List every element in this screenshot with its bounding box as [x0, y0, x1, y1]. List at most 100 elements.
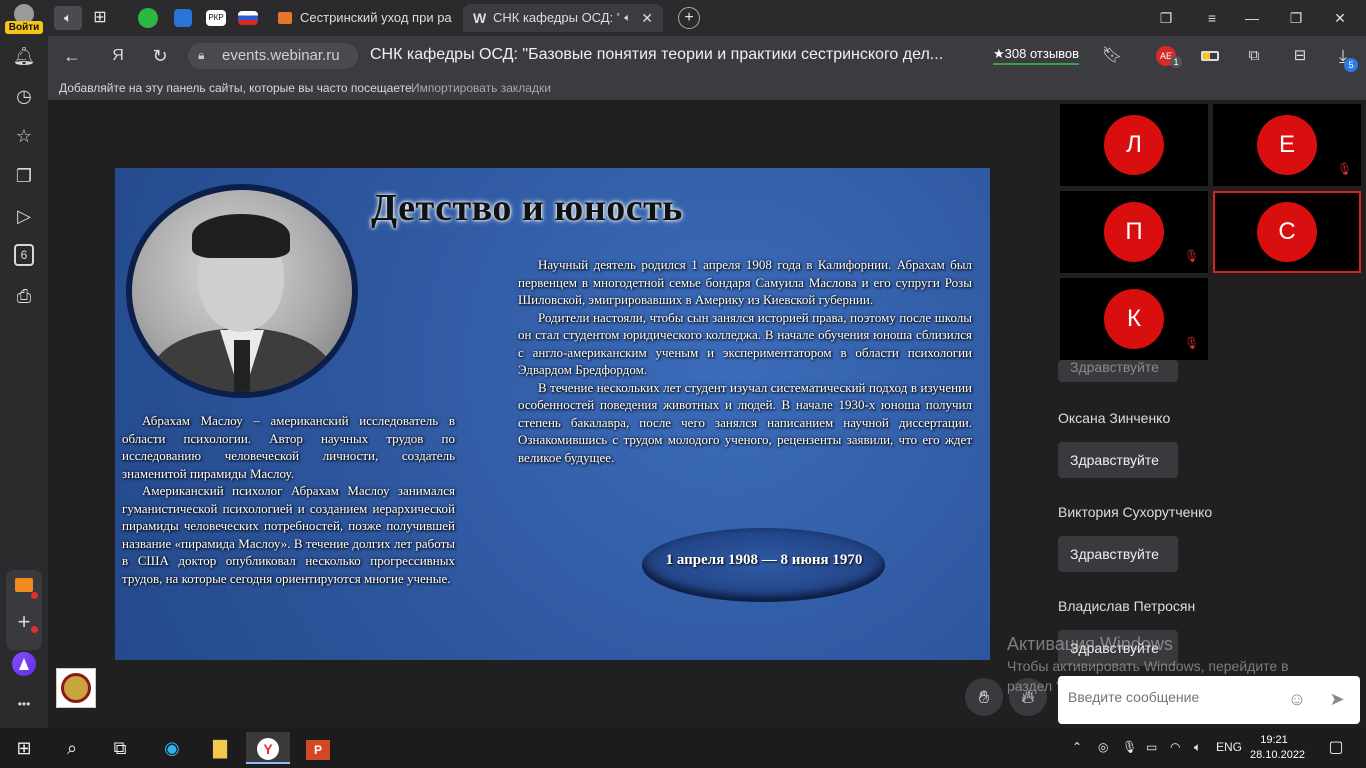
notifications-icon[interactable]: ▢ [1320, 732, 1352, 764]
slide-paragraph: Абрахам Маслоу – американский исследоват… [122, 413, 455, 481]
import-bookmarks-link[interactable]: Импортировать закладки [411, 81, 551, 95]
participant-avatar: С [1257, 202, 1317, 262]
restore-icon[interactable]: ❐ [1276, 0, 1316, 36]
new-folder-tab-icon[interactable]: ⊞ [86, 6, 114, 30]
tab-nursing[interactable]: Сестринский уход при ра [270, 4, 456, 32]
star-icon: ★ [993, 46, 1005, 61]
bookmarks-message: Добавляйте на эту панель сайты, которые … [59, 81, 415, 95]
powerpoint-icon[interactable]: P [302, 732, 334, 764]
panels-icon[interactable]: ⧉ [1242, 44, 1266, 68]
yandex-icon[interactable]: Я [106, 44, 130, 68]
emoji-icon[interactable]: ☺ [1286, 688, 1308, 710]
file-explorer-icon[interactable]: ▇ [204, 732, 236, 764]
alice-assistant-icon[interactable] [12, 652, 36, 676]
tab-bar: 🔈︎ ⊞ РКР Сестринский уход при ра W СНК к… [48, 0, 1366, 36]
audio-tab-icon[interactable]: 🔈︎ [54, 6, 82, 30]
tab-webinar[interactable]: W СНК кафедры ОСД: " 🔈︎ ✕ [463, 4, 663, 32]
language-indicator[interactable]: ENG [1216, 740, 1242, 754]
search-icon[interactable]: ⌕ [56, 732, 88, 764]
task-view-icon[interactable]: ⧉ [104, 732, 136, 764]
screenshot-icon[interactable]: ⎙ [12, 284, 36, 308]
browser-sidebar: Войти 🔔︎ ◷ ☆ ❐ ▷ 6 ⎙ + ••• [0, 0, 48, 728]
bell-icon[interactable]: 🔔︎ [12, 44, 36, 68]
chat-author: Владислав Петросян [1058, 598, 1196, 614]
history-icon[interactable]: ◷ [12, 84, 36, 108]
chat-author: Оксана Зинченко [1058, 410, 1171, 426]
address-bar: ← Я ↻ 🔒︎ events.webinar.ru СНК кафедры О… [48, 36, 1366, 76]
send-icon[interactable]: ➤ [1326, 688, 1348, 710]
lock-icon[interactable]: 🔒︎ [198, 48, 204, 63]
tab-groups-icon[interactable]: ❐ [1146, 0, 1186, 36]
slide-paragraph: Американский психолог Абрахам Маслоу зан… [122, 483, 455, 586]
login-button[interactable]: Войти [5, 4, 43, 34]
close-tab-icon[interactable]: ✕ [641, 4, 653, 32]
mail-icon[interactable] [15, 578, 33, 592]
battery-tray-icon[interactable]: ▭ [1146, 740, 1157, 754]
login-label: Войти [5, 21, 43, 34]
portrait-hair [192, 214, 290, 258]
seal-icon [61, 673, 91, 703]
windows-activation-title: Активация Windows [1007, 634, 1173, 654]
slide-paragraph: Родители настояли, чтобы сын занялся ист… [518, 309, 972, 378]
whatsapp-tab-icon[interactable] [138, 8, 158, 28]
back-icon[interactable]: ← [60, 44, 84, 68]
add-notification-dot [31, 626, 38, 633]
play-icon[interactable]: ▷ [12, 204, 36, 228]
reviews-link[interactable]: ★308 отзывов [993, 46, 1080, 65]
participant-tile[interactable]: Л [1060, 104, 1208, 186]
clock-time: 19:21 [1260, 734, 1288, 746]
tab-favicon-icon [278, 12, 292, 24]
more-icon[interactable]: ••• [12, 692, 36, 716]
webcam-icon[interactable]: ◎ [1098, 740, 1108, 754]
participant-avatar: Л [1104, 115, 1164, 175]
sidebar-apps: + [6, 570, 42, 650]
bookmark-icon[interactable]: 🔖︎ [1100, 44, 1124, 68]
participant-tile-speaking[interactable]: С [1213, 191, 1361, 273]
slide-paragraph: В течение нескольких лет студент изучал … [518, 379, 972, 465]
tab-label: СНК кафедры ОСД: " [493, 10, 622, 25]
page-title: СНК кафедры ОСД: "Базовые понятия теории… [370, 46, 944, 63]
raise-hand-button[interactable]: ✋︎ [965, 678, 1003, 716]
extension-badge: 1 [1170, 56, 1182, 68]
wifi-icon[interactable]: ◠ [1170, 740, 1180, 754]
participant-tile[interactable]: Е 🎙︎ [1213, 104, 1361, 186]
ru-flag-tab-icon[interactable] [238, 11, 258, 25]
profile-icon[interactable]: ⊟ [1288, 44, 1312, 68]
microphone-icon[interactable]: 🎙︎ [1122, 740, 1137, 754]
mic-off-icon: 🎙︎ [1184, 336, 1200, 350]
slide-left-text: Абрахам Маслоу – американский исследоват… [122, 412, 455, 587]
slide-paragraph: Научный деятель родился 1 апреля 1908 го… [518, 257, 972, 307]
participant-tile[interactable]: К 🎙︎ [1060, 278, 1208, 360]
tabs-count-icon[interactable]: 6 [14, 244, 34, 266]
minimize-icon[interactable]: — [1232, 0, 1272, 36]
participant-avatar: К [1104, 289, 1164, 349]
collections-icon[interactable]: ❐ [12, 164, 36, 188]
battery-icon[interactable] [1201, 51, 1219, 61]
tab-label: Сестринский уход при ра [300, 10, 452, 25]
rkr-tab-icon[interactable]: РКР [206, 10, 226, 26]
university-logo [56, 668, 96, 708]
reload-icon[interactable]: ↻ [148, 44, 172, 68]
menu-icon[interactable]: ≡ [1192, 0, 1232, 36]
participant-tile[interactable]: П 🎙︎ [1060, 191, 1208, 273]
mail-tab-icon[interactable] [174, 9, 192, 27]
chat-message: Здравствуйте [1058, 360, 1178, 382]
participant-avatar: Е [1257, 115, 1317, 175]
url-domain[interactable]: events.webinar.ru [222, 47, 340, 64]
edge-icon[interactable]: ◉ [156, 732, 188, 764]
volume-icon[interactable]: 🔈︎ [1194, 740, 1201, 755]
tray-chevron-icon[interactable]: ⌃ [1072, 740, 1082, 754]
windows-taskbar: ⊞ ⌕ ⧉ ◉ ▇ Y P ⌃ ◎ 🎙︎ ▭ ◠ 🔈︎ ENG 19:21 28… [0, 728, 1366, 768]
presentation-slide: Детство и юность Абрахам Маслоу – америк… [115, 168, 990, 660]
chat-author: Виктория Сухорутченко [1058, 504, 1213, 520]
hand-icon: ✋︎ [978, 687, 990, 707]
close-window-icon[interactable]: ✕ [1320, 0, 1360, 36]
tab-audio-icon[interactable]: 🔈︎ [620, 4, 631, 32]
yandex-browser-icon[interactable]: Y [246, 732, 290, 764]
star-icon[interactable]: ☆ [12, 124, 36, 148]
maslow-portrait [126, 184, 358, 398]
new-tab-button[interactable]: + [678, 7, 700, 29]
message-input[interactable] [1068, 689, 1288, 705]
windows-start-icon[interactable]: ⊞ [8, 732, 40, 764]
clock[interactable]: 19:21 28.10.2022 [1250, 733, 1305, 763]
